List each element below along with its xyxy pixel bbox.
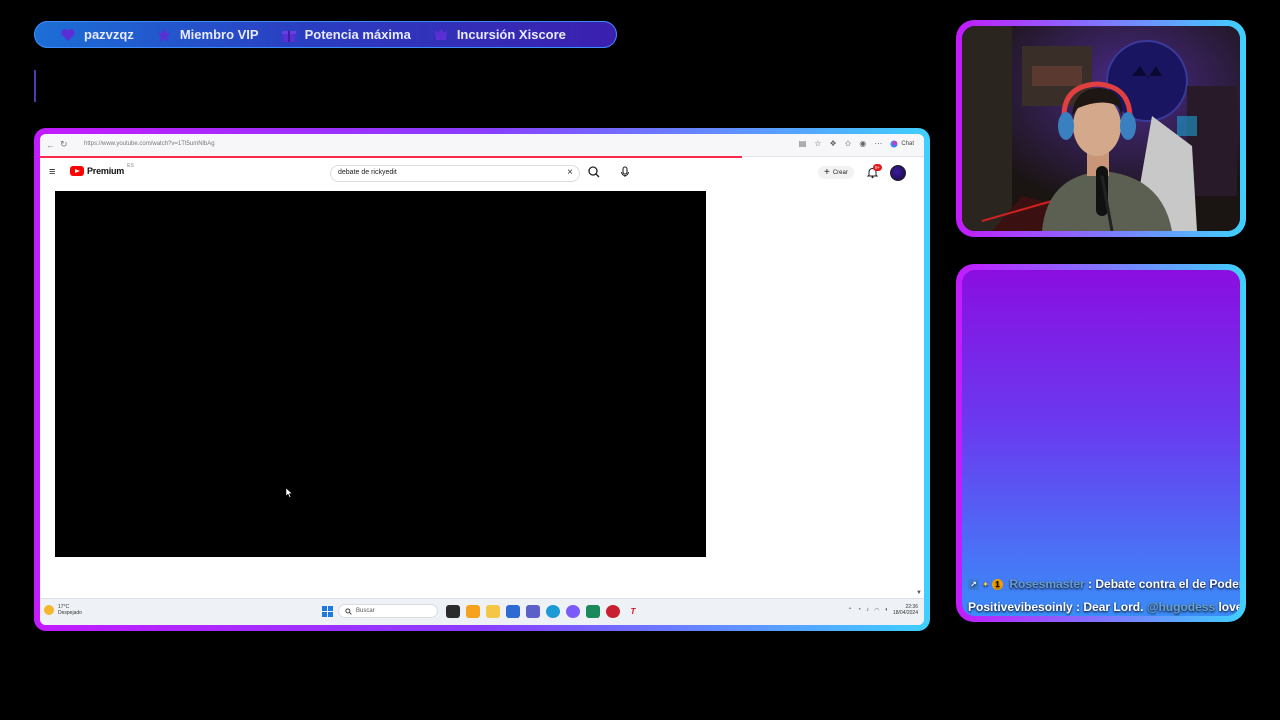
star-icon <box>156 27 171 42</box>
logo-text: Premium <box>87 166 125 176</box>
file-explorer-icon[interactable] <box>486 605 500 618</box>
widgets-icon[interactable] <box>466 605 480 618</box>
webcam-image <box>962 26 1240 231</box>
browser-toolbar-icons: ▤ ☆ ❖ ✩ ◉ ⋯ Chat <box>799 139 914 148</box>
profile-icon[interactable]: ◉ <box>859 139 866 148</box>
gift-icon <box>281 30 296 42</box>
alert-label: Miembro VIP <box>179 27 259 42</box>
notification-count-badge: 9+ <box>873 164 883 171</box>
taskbar-clock[interactable]: 22:36 18/04/2024 <box>893 604 918 616</box>
youtube-premium-logo[interactable]: Premium ES <box>70 163 134 176</box>
chat-username: Positivevibesoinly <box>968 600 1073 614</box>
mic-tray-icon[interactable]: ♪ <box>866 607 869 613</box>
chat-mention: @hugodess <box>1146 600 1216 614</box>
teams-icon[interactable] <box>526 605 540 618</box>
search-icon[interactable] <box>586 164 602 180</box>
chat-message: ↗ ✦ 1 Rosesmaster : Debate contra el de … <box>968 577 1240 591</box>
screen-share: ← ↻ https://www.youtube.com/watch?v=1Tt5… <box>40 134 924 625</box>
wifi-icon[interactable]: ◠ <box>874 607 879 614</box>
youtube-play-icon <box>70 166 84 176</box>
search-value: debate de rickyedit <box>338 169 397 176</box>
more-icon[interactable]: ⋯ <box>874 139 882 148</box>
alert-bar: pazvzqz Miembro VIP Potencia máxima Incu… <box>34 21 617 48</box>
clear-search-icon[interactable]: × <box>567 167 573 178</box>
microphone-icon[interactable] <box>618 165 632 179</box>
sparkle-badge-icon: ✦ <box>982 580 989 590</box>
search-icon <box>345 607 352 615</box>
plus-icon: + <box>824 167 830 178</box>
url-field[interactable]: https://www.youtube.com/watch?v=1Tt5umNl… <box>84 141 215 147</box>
chat-separator: : <box>1072 600 1084 614</box>
chat-label: Chat <box>901 140 914 147</box>
moon-icon <box>44 605 54 615</box>
taskbar-search-box[interactable]: Buscar <box>338 604 438 618</box>
chat-text: Debate contra el de Poden <box>1095 577 1240 591</box>
chat-frame: ↗ ✦ 1 Rosesmaster : Debate contra el de … <box>956 264 1246 622</box>
taskbar-apps: T <box>446 605 640 618</box>
youtube-header: ≡ Premium ES debate de rickyedit × + Cre… <box>40 158 924 188</box>
windows-taskbar: 17°C Despejado Buscar T ⌃ ◔ ♪ ◠ ◖ 22:36 … <box>40 598 924 625</box>
browser-address-bar: ← ↻ https://www.youtube.com/watch?v=1Tt5… <box>40 134 924 157</box>
create-button[interactable]: + Crear <box>818 166 854 179</box>
volume-icon[interactable]: ◖ <box>884 607 888 613</box>
hamburger-menu-icon[interactable]: ≡ <box>49 166 55 178</box>
weather-widget[interactable]: 17°C Despejado <box>44 604 82 616</box>
copilot-app-icon[interactable] <box>566 605 580 618</box>
clock-date: 18/04/2024 <box>892 610 918 616</box>
youtube-search-input[interactable]: debate de rickyedit × <box>330 165 580 182</box>
tier-badge-icon: 1 <box>992 579 1003 591</box>
screen-share-frame: ← ↻ https://www.youtube.com/watch?v=1Tt5… <box>34 128 930 631</box>
video-player[interactable] <box>55 191 706 557</box>
mouse-pointer-icon <box>286 488 293 498</box>
store-icon[interactable] <box>506 605 520 618</box>
extensions-icon[interactable]: ❖ <box>829 139 836 148</box>
text-app-icon[interactable]: T <box>626 605 640 618</box>
alert-label: Potencia máxima <box>304 27 411 42</box>
webcam-frame <box>956 20 1246 237</box>
chat-message: Positivevibesoinly : Dear Lord. @hugodes… <box>968 600 1240 614</box>
tray-chevron-icon[interactable]: ⌃ <box>847 607 852 614</box>
favorite-icon[interactable]: ☆ <box>814 139 821 148</box>
user-avatar[interactable] <box>890 165 906 181</box>
logo-region: ES <box>127 163 134 169</box>
taskbar-search-placeholder: Buscar <box>356 608 375 614</box>
chat-separator: : <box>1084 577 1096 591</box>
alert-item-raid: Incursión Xiscore <box>433 27 566 43</box>
system-tray: ⌃ ◔ ♪ ◠ ◖ 22:36 18/04/2024 <box>847 604 918 616</box>
alert-label: pazvzqz <box>84 27 134 42</box>
windows-start-icon[interactable] <box>322 606 333 617</box>
text-cursor <box>34 70 36 102</box>
prime-badge-icon: ↗ <box>968 579 979 591</box>
alert-item-follower: pazvzqz <box>60 27 134 43</box>
chat-username: Rosesmaster <box>1009 577 1085 591</box>
task-view-icon[interactable] <box>446 605 460 618</box>
alert-label: Incursión Xiscore <box>456 27 566 42</box>
reader-icon[interactable]: ▤ <box>799 139 807 148</box>
scroll-down-arrow-icon[interactable]: ▼ <box>916 590 922 596</box>
chat-text-after: loves <box>1218 600 1240 614</box>
back-icon[interactable]: ← <box>46 140 55 150</box>
weather-desc: Despejado <box>58 610 82 616</box>
network-icon[interactable]: ◔ <box>857 607 861 613</box>
copilot-chat-button[interactable]: Chat <box>890 140 914 148</box>
chat-badges: ↗ ✦ 1 <box>968 579 1003 591</box>
reload-icon[interactable]: ↻ <box>60 139 68 150</box>
webcam-view <box>962 26 1240 231</box>
chat-text: Dear Lord. <box>1083 600 1147 614</box>
edge-icon[interactable] <box>546 605 560 618</box>
copilot-icon <box>890 140 898 147</box>
alert-item-power: Potencia máxima <box>281 27 411 43</box>
document-app-icon[interactable] <box>586 605 600 618</box>
alert-item-vip: Miembro VIP <box>156 27 259 43</box>
obs-icon[interactable] <box>606 605 620 618</box>
create-label: Crear <box>832 169 848 176</box>
heart-icon <box>61 28 75 41</box>
raid-icon <box>434 28 447 40</box>
favorites-icon[interactable]: ✩ <box>845 139 852 148</box>
chat-overlay: ↗ ✦ 1 Rosesmaster : Debate contra el de … <box>962 270 1240 616</box>
